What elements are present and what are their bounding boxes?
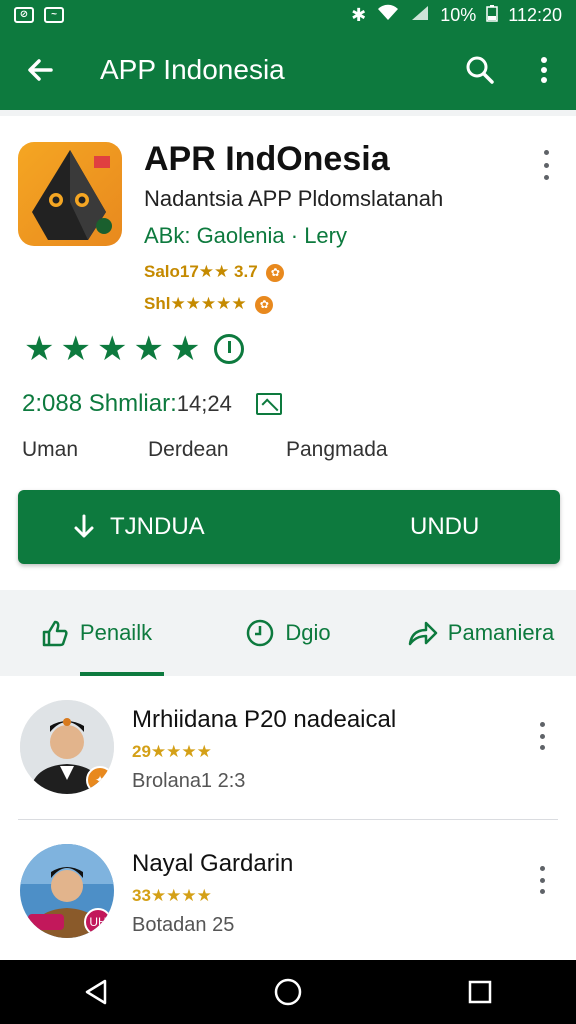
- app-header: APR IndOnesia Nadantsia APP Pldomslatana…: [0, 110, 576, 480]
- avatar-badge-icon: ✦: [86, 766, 114, 794]
- wifi-icon: [376, 4, 400, 27]
- item-subtitle: Botadan 25: [132, 914, 235, 936]
- dot: [543, 175, 549, 180]
- item-name: Mrhiidana P20 nadeaical: [132, 706, 397, 733]
- app-subtitle: Nadantsia APP Pldomslatanah: [144, 186, 444, 211]
- dot: [539, 745, 545, 750]
- list-item[interactable]: ✦ Mrhiidana P20 nadeaical 29★★★★ Brolana…: [18, 676, 558, 820]
- triangle-back-icon: [85, 979, 107, 1005]
- info-label-pangmada: Pangmada: [286, 438, 388, 461]
- app-meta-rating-text: Salo17★★ 3.7: [144, 262, 258, 281]
- app-meta-secondary: Shl★★★★★ ✿: [144, 294, 274, 314]
- dot: [539, 877, 545, 883]
- item-more-button[interactable]: [532, 722, 552, 750]
- install-right-label: UNDU: [410, 513, 480, 540]
- clock-time: 112:20: [508, 4, 562, 25]
- app-icon[interactable]: [18, 142, 122, 246]
- image-icon[interactable]: [255, 393, 282, 415]
- item-name: Nayal Gardarin: [132, 850, 294, 877]
- stats-label: Shmliar:: [88, 390, 177, 417]
- nav-recents-button[interactable]: [450, 962, 510, 1022]
- app-bar: APP Indonesia: [0, 30, 576, 110]
- stats-extra: 14;24: [176, 391, 232, 416]
- tab-label: Pamaniera: [447, 620, 555, 645]
- rating-stars[interactable]: ★ ★ ★ ★ ★: [24, 330, 245, 368]
- app-meta-rating: Salo17★★ 3.7 ✿: [144, 262, 285, 282]
- star-icon: ★: [60, 330, 91, 368]
- battery-icon: [486, 4, 499, 27]
- app-name: APR IndOnesia: [144, 140, 390, 178]
- clock-icon: [214, 334, 245, 364]
- tab-dgio[interactable]: Dgio: [192, 590, 384, 676]
- info-label-derdean: Derdean: [148, 438, 229, 461]
- thumbs-up-icon: [42, 620, 68, 647]
- dot: [539, 866, 545, 871]
- arrow-left-icon: [28, 59, 53, 81]
- dot: [543, 162, 549, 168]
- item-rating: 33★★★★: [132, 886, 212, 905]
- back-button[interactable]: [0, 30, 80, 110]
- badge-icon: ✿: [266, 263, 285, 282]
- battery-level: 10%: [440, 4, 477, 25]
- list-item[interactable]: UH Nayal Gardarin 33★★★★ Botadan 25: [18, 820, 558, 964]
- app-stats: 2:088 Shmliar: 14;24: [22, 390, 282, 418]
- circle-home-icon: [274, 978, 302, 1006]
- search-button[interactable]: [448, 30, 512, 110]
- install-button[interactable]: TJNDUA UNDU: [18, 490, 560, 564]
- clock-icon: [247, 619, 274, 647]
- image-notification-icon: ~: [44, 7, 64, 23]
- item-more-button[interactable]: [532, 866, 552, 894]
- tab-label: Dgio: [285, 620, 331, 645]
- share-icon: [408, 621, 438, 646]
- dot: [539, 889, 545, 894]
- nav-back-button[interactable]: [66, 962, 126, 1022]
- dot: [539, 722, 545, 727]
- tab-bar: Penailk Dgio Pamaniera: [0, 590, 576, 676]
- info-label-uman: Uman: [22, 438, 79, 461]
- star-icon: ★: [96, 330, 128, 368]
- star-icon: ★: [133, 330, 164, 368]
- review-list: ✦ Mrhiidana P20 nadeaical 29★★★★ Brolana…: [0, 676, 576, 964]
- item-subtitle: Brolana1 2:3: [132, 770, 246, 792]
- nav-home-button[interactable]: [258, 962, 318, 1022]
- star-icon: ★: [169, 330, 201, 368]
- install-left-label: TJNDUA: [110, 513, 205, 540]
- overflow-menu-button[interactable]: [512, 30, 576, 110]
- square-recents-icon: [468, 980, 492, 1004]
- badge-icon: ✿: [255, 295, 274, 314]
- more-vert-icon: [541, 57, 547, 83]
- item-rating: 29★★★★: [132, 742, 212, 761]
- tab-pamaniera[interactable]: Pamaniera: [384, 590, 576, 676]
- app-meta-secondary-text: Shl★★★★★: [144, 294, 247, 313]
- search-icon: [466, 56, 494, 84]
- app-developer[interactable]: ABk: Gaolenia · Lery: [144, 223, 347, 249]
- star-icon: ★: [24, 330, 55, 368]
- dot: [543, 150, 549, 155]
- status-bar: ⊘ ~ ✱ 10% 112:20: [0, 0, 576, 30]
- avatar-badge-icon: UH: [84, 908, 112, 936]
- signal-icon: [410, 4, 430, 27]
- app-bar-title: APP Indonesia: [100, 54, 285, 85]
- system-nav-bar: [0, 960, 576, 1024]
- avatar[interactable]: ✦: [20, 700, 114, 794]
- bluetooth-icon: ✱: [351, 4, 367, 25]
- tab-penailk[interactable]: Penailk: [0, 590, 192, 676]
- stats-value: 2:088: [22, 390, 83, 417]
- tab-label: Penailk: [79, 620, 153, 645]
- app-more-button[interactable]: [534, 150, 558, 180]
- dot: [539, 733, 545, 739]
- notification-icon: ⊘: [14, 7, 34, 23]
- download-icon: [74, 514, 94, 538]
- avatar[interactable]: UH: [20, 844, 114, 938]
